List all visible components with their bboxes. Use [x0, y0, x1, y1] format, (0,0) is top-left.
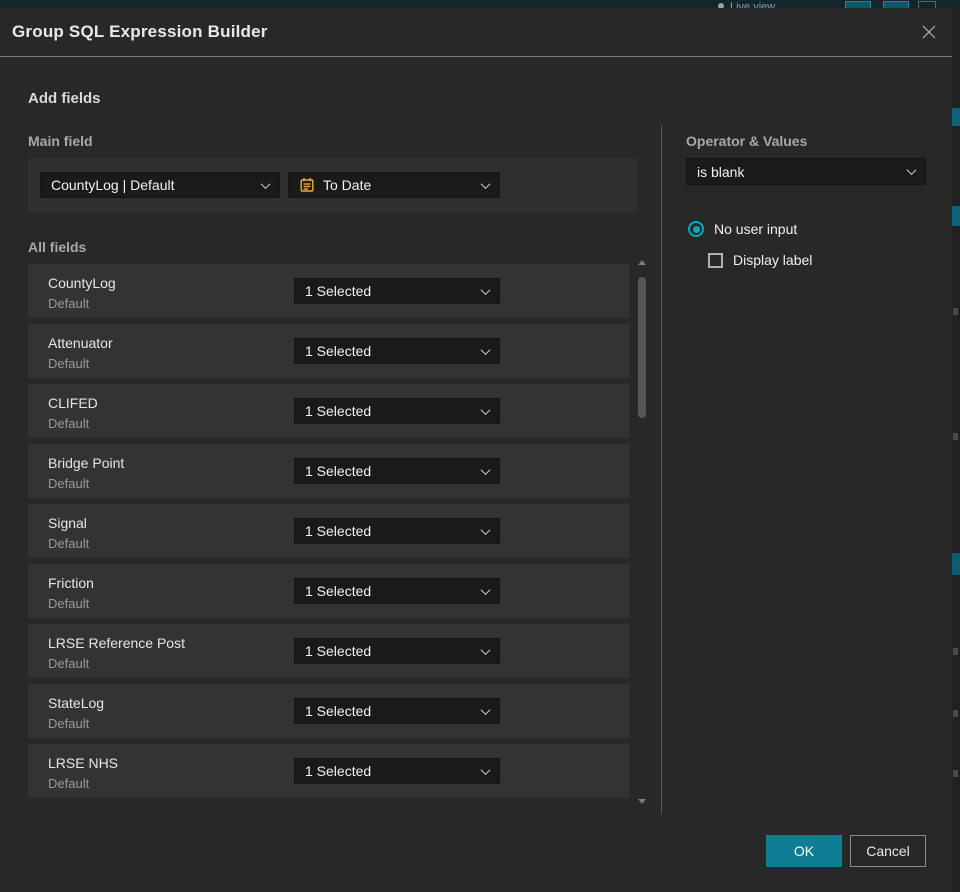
field-row: Bridge Point Default 1 Selected — [28, 444, 630, 498]
field-values-selected: 1 Selected — [305, 283, 372, 299]
background-app-top-strip: Live view — [0, 0, 960, 8]
field-values-selected: 1 Selected — [305, 523, 372, 539]
field-row: CLIFED Default 1 Selected — [28, 384, 630, 438]
field-name: CLIFED — [48, 395, 98, 411]
all-fields-label: All fields — [28, 239, 87, 255]
field-subtitle: Default — [48, 596, 90, 611]
operator-select-value: is blank — [697, 163, 745, 180]
chevron-down-icon — [480, 344, 491, 355]
chevron-down-icon — [906, 165, 917, 176]
background-toolbar-button — [845, 1, 871, 8]
field-name: Friction — [48, 575, 94, 591]
field-subtitle: Default — [48, 776, 90, 791]
field-subtitle: Default — [48, 296, 90, 311]
field-name: Bridge Point — [48, 455, 125, 471]
title-divider — [0, 56, 952, 57]
dialog-title: Group SQL Expression Builder — [12, 22, 268, 41]
display-label-checkbox[interactable] — [708, 252, 723, 268]
panel-divider — [661, 125, 662, 813]
field-values-select[interactable]: 1 Selected — [294, 278, 500, 304]
chevron-down-icon — [260, 178, 271, 189]
field-values-select[interactable]: 1 Selected — [294, 518, 500, 544]
group-sql-expression-builder-dialog: Group SQL Expression Builder Add fields … — [0, 8, 952, 892]
field-values-selected: 1 Selected — [305, 643, 372, 659]
all-fields-list: CountyLog Default 1 Selected Attenuator Defa… — [28, 264, 630, 804]
add-fields-heading: Add fields — [28, 90, 101, 107]
display-label-label: Display label — [733, 252, 813, 268]
field-subtitle: Default — [48, 476, 90, 491]
ok-button[interactable]: OK — [766, 835, 842, 867]
no-user-input-radio-row[interactable]: No user input — [688, 221, 797, 237]
field-values-select[interactable]: 1 Selected — [294, 338, 500, 364]
list-scrollbar[interactable] — [637, 258, 647, 806]
no-user-input-radio[interactable] — [688, 221, 704, 237]
field-values-select[interactable]: 1 Selected — [294, 698, 500, 724]
field-values-select[interactable]: 1 Selected — [294, 758, 500, 784]
field-name: LRSE Reference Post — [48, 635, 185, 651]
field-values-selected: 1 Selected — [305, 763, 372, 779]
main-field-select[interactable]: CountyLog | Default — [40, 172, 280, 198]
chevron-down-icon — [480, 764, 491, 775]
field-name: StateLog — [48, 695, 105, 711]
field-subtitle: Default — [48, 416, 90, 431]
field-subtitle: Default — [48, 716, 90, 731]
field-row: LRSE Reference Post Default 1 Selected — [28, 624, 630, 678]
operator-values-label: Operator & Values — [686, 133, 808, 149]
field-values-selected: 1 Selected — [305, 583, 372, 599]
field-subtitle: Default — [48, 656, 90, 671]
field-name: LRSE NHS — [48, 755, 119, 771]
main-field-select-value: CountyLog | Default — [51, 177, 175, 193]
cancel-button[interactable]: Cancel — [850, 835, 926, 867]
chevron-down-icon — [480, 464, 491, 475]
display-label-checkbox-row[interactable]: Display label — [708, 252, 812, 268]
no-user-input-label: No user input — [714, 221, 798, 237]
background-app-right-sliver — [952, 8, 960, 892]
field-values-select[interactable]: 1 Selected — [294, 578, 500, 604]
field-values-select[interactable]: 1 Selected — [294, 638, 500, 664]
field-name: Attenuator — [48, 335, 113, 351]
chevron-down-icon — [480, 404, 491, 415]
chevron-down-icon — [480, 284, 491, 295]
field-row: Signal Default 1 Selected — [28, 504, 630, 558]
chevron-down-icon — [480, 178, 491, 189]
main-field-panel: CountyLog | Default To Date — [28, 158, 638, 212]
scrollbar-thumb[interactable] — [638, 277, 646, 418]
background-toolbar-button — [883, 1, 909, 8]
field-row: CountyLog Default 1 Selected — [28, 264, 630, 318]
background-toolbar-button — [918, 1, 936, 8]
main-field-label: Main field — [28, 133, 93, 149]
field-row: StateLog Default 1 Selected — [28, 684, 630, 738]
chevron-down-icon — [480, 704, 491, 715]
field-row: Attenuator Default 1 Selected — [28, 324, 630, 378]
field-subtitle: Default — [48, 356, 90, 371]
field-values-selected: 1 Selected — [305, 463, 372, 479]
field-name: CountyLog — [48, 275, 116, 291]
dialog-titlebar: Group SQL Expression Builder — [0, 8, 952, 56]
field-name: Signal — [48, 515, 87, 531]
field-values-selected: 1 Selected — [305, 343, 372, 359]
field-subtitle: Default — [48, 536, 90, 551]
field-row: Friction Default 1 Selected — [28, 564, 630, 618]
field-values-select[interactable]: 1 Selected — [294, 398, 500, 424]
close-icon — [922, 25, 936, 39]
field-values-selected: 1 Selected — [305, 703, 372, 719]
chevron-down-icon — [480, 644, 491, 655]
operator-select[interactable]: is blank — [686, 158, 926, 185]
close-button[interactable] — [918, 21, 940, 43]
chevron-down-icon — [480, 584, 491, 595]
field-row: LRSE NHS Default 1 Selected — [28, 744, 630, 798]
live-view-label: Live view — [730, 1, 776, 8]
field-values-selected: 1 Selected — [305, 403, 372, 419]
main-field-type-select[interactable]: To Date — [288, 172, 500, 198]
chevron-down-icon — [480, 524, 491, 535]
calendar-icon — [300, 178, 314, 192]
scroll-down-arrow-icon[interactable] — [638, 799, 646, 804]
field-values-select[interactable]: 1 Selected — [294, 458, 500, 484]
scroll-up-arrow-icon[interactable] — [638, 260, 646, 265]
main-field-type-value: To Date — [323, 177, 372, 193]
